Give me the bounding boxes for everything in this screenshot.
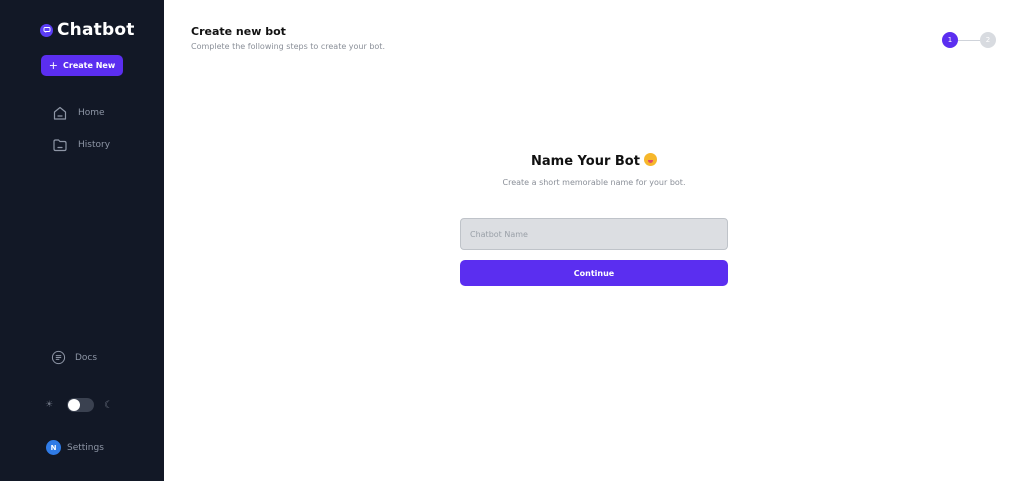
form-title: Name Your Bot bbox=[531, 154, 640, 169]
sidebar-item-label: Home bbox=[78, 108, 105, 118]
brand-name: Chatbot bbox=[57, 20, 135, 40]
sidebar-item-label: History bbox=[78, 140, 111, 150]
theme-switcher: ☀ ☾ bbox=[45, 398, 113, 412]
plus-icon: + bbox=[48, 59, 59, 72]
smiley-tongue-emoji-icon bbox=[643, 153, 657, 166]
sidebar-item-home[interactable]: Home bbox=[52, 105, 105, 121]
moon-icon[interactable]: ☾ bbox=[104, 400, 113, 411]
step-indicator-2: 2 bbox=[980, 32, 996, 48]
form-subtitle: Create a short memorable name for your b… bbox=[502, 178, 686, 187]
sidebar-item-history[interactable]: History bbox=[52, 137, 110, 153]
continue-button[interactable]: Continue bbox=[460, 260, 728, 286]
step-indicator-1: 1 bbox=[942, 32, 958, 48]
step-connector bbox=[958, 39, 980, 41]
chatbot-name-input[interactable] bbox=[460, 218, 728, 250]
brand-logo[interactable]: Chatbot bbox=[40, 20, 135, 40]
page-title: Create new bot bbox=[191, 25, 286, 38]
form-title-row: Name Your Bot bbox=[460, 153, 728, 169]
sidebar-item-settings[interactable]: N Settings bbox=[46, 440, 104, 455]
toggle-knob bbox=[68, 399, 80, 411]
create-new-button[interactable]: + Create New bbox=[41, 55, 123, 76]
sidebar-item-docs[interactable]: Docs bbox=[51, 350, 97, 365]
sidebar-item-label: Settings bbox=[67, 442, 104, 453]
chat-bubble-icon bbox=[40, 23, 53, 37]
page-subtitle: Complete the following steps to create y… bbox=[191, 42, 385, 51]
create-new-label: Create New bbox=[63, 61, 116, 70]
sidebar: Chatbot + Create New Home History Docs ☀… bbox=[0, 0, 164, 481]
avatar: N bbox=[46, 440, 61, 455]
document-icon bbox=[51, 350, 66, 365]
sidebar-item-label: Docs bbox=[75, 352, 98, 363]
progress-stepper: 1 2 bbox=[942, 32, 996, 48]
home-icon bbox=[52, 105, 68, 121]
theme-toggle[interactable] bbox=[67, 398, 94, 412]
folder-icon bbox=[52, 137, 68, 153]
sun-icon[interactable]: ☀ bbox=[45, 400, 57, 410]
